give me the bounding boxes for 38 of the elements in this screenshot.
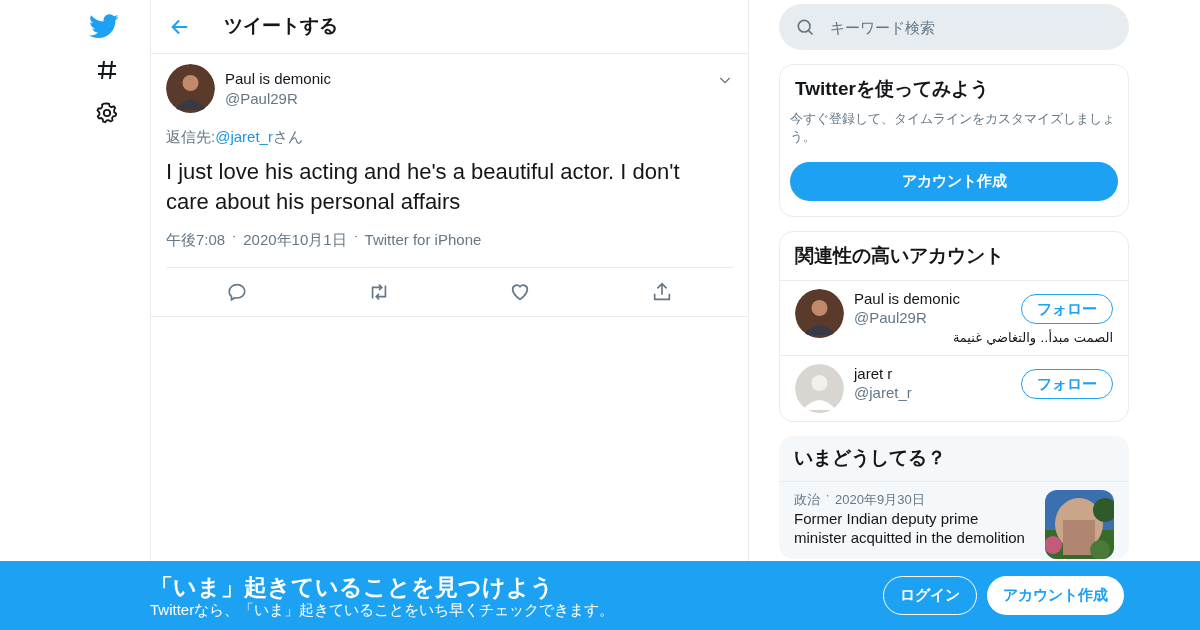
signup-button[interactable]: アカウント作成 <box>987 576 1124 615</box>
trend-headline[interactable]: Former Indian deputy prime minister acquitted in the demolition <box>794 509 1026 547</box>
card-title: 関連性の高いアカウント <box>780 231 1128 281</box>
signup-button[interactable]: アカウント作成 <box>790 161 1118 201</box>
banner-subtitle: Twitterなら、「いま」起きていることをいち早くチェックできます。 <box>150 600 616 619</box>
account-bio: الصمت مبدأ.. والتغاضي غنيمة <box>951 329 1113 347</box>
bird-logo-icon[interactable] <box>89 14 119 39</box>
dot-separator: ・ <box>229 229 240 244</box>
dot-separator: ・ <box>823 489 832 503</box>
mention-link[interactable]: @jaret_r <box>215 126 273 149</box>
author-name[interactable]: Paul is demonic <box>225 69 331 89</box>
account-handle: @jaret_r <box>854 383 913 402</box>
avatar <box>795 364 844 413</box>
account-handle: @Paul29R <box>854 308 928 327</box>
search-field[interactable]: キーワード検索 <box>779 4 1129 50</box>
trend-category: 政治 <box>794 490 820 509</box>
banner-title: 「いま」起きていることを見つけよう <box>150 572 555 601</box>
tweet-source: Twitter for iPhone <box>364 229 482 250</box>
avatar <box>166 64 215 113</box>
avatar <box>795 289 844 338</box>
page-title: ツイートする <box>224 14 338 39</box>
reply-label: 返信先: <box>166 127 216 147</box>
search-icon <box>795 17 815 37</box>
card-title: いまどうしてる？ <box>779 436 1129 482</box>
trend-date: 2020年9月30日 <box>835 490 925 509</box>
reply-suffix: さん <box>272 127 303 147</box>
account-name[interactable]: Paul is demonic <box>854 289 1021 308</box>
card-title: Twitterを使ってみよう <box>794 77 990 101</box>
reply-icon[interactable] <box>225 281 248 303</box>
author-handle: @Paul29R <box>225 89 299 109</box>
card-description: 今すぐ登録して、タイムラインをカスタマイズしましょう。 <box>790 109 1116 146</box>
tweet-time: 午後7:08 <box>166 229 226 250</box>
settings-icon[interactable] <box>95 101 119 125</box>
hashtag-icon[interactable] <box>95 58 119 82</box>
tweet-date: 2020年10月1日 <box>243 229 347 250</box>
tweet-text: I just love his acting and he's a beautiful actor. I don't care about his personal affairs <box>166 157 681 216</box>
dot-separator: ・ <box>350 229 361 244</box>
account-name[interactable]: jaret r <box>854 364 1021 383</box>
